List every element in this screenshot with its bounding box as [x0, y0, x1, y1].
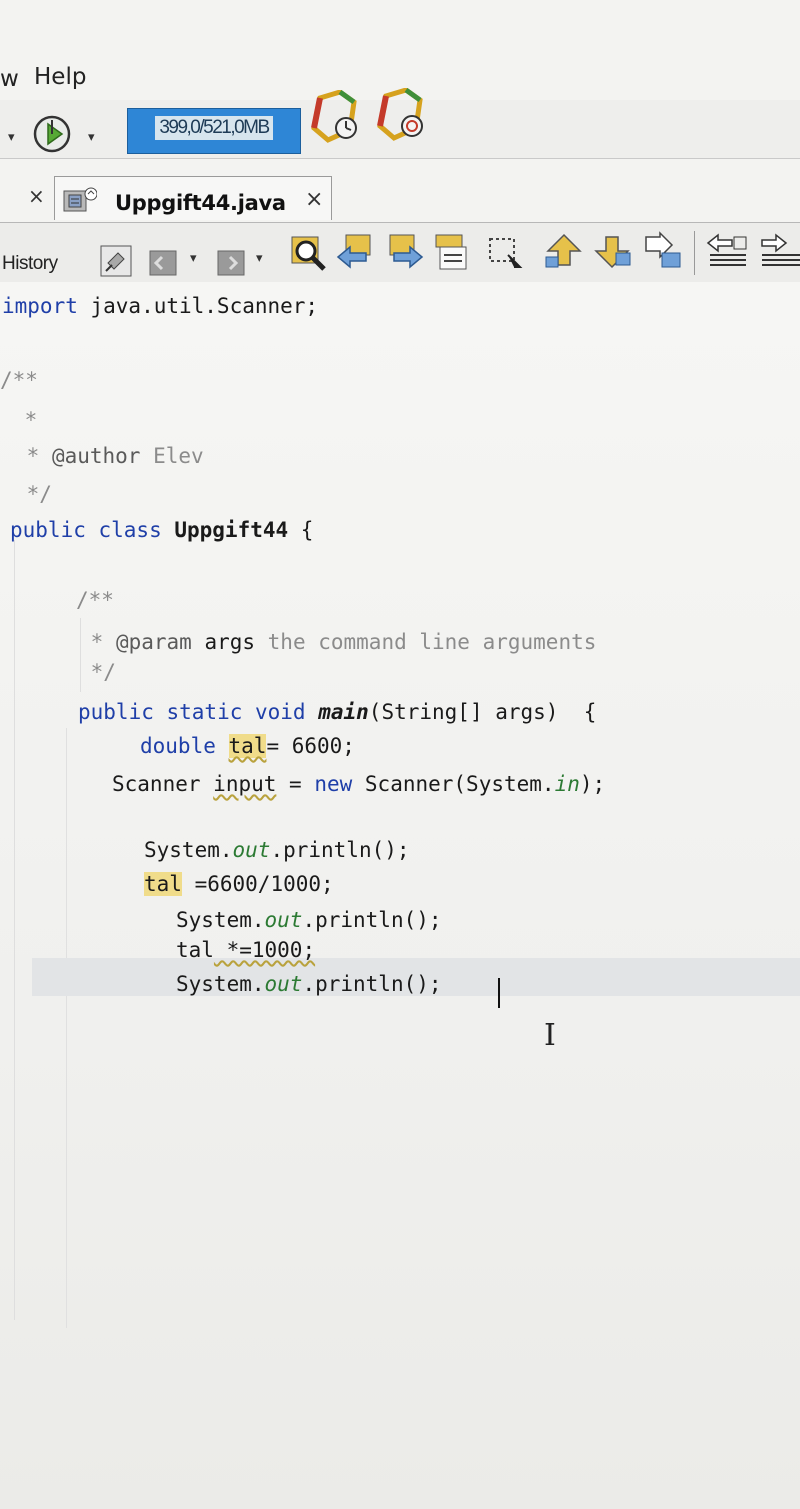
find-previous-icon[interactable]: [336, 233, 376, 273]
back-icon[interactable]: [148, 247, 182, 279]
gc-icon[interactable]: [310, 90, 360, 144]
code-line-2: /**: [0, 368, 38, 392]
indent-guide: [66, 728, 67, 1328]
forward-icon[interactable]: [214, 247, 248, 279]
indent-guide: [14, 540, 15, 1320]
last-edit-icon[interactable]: [98, 243, 134, 279]
code-line-15: System.out.println();: [176, 908, 442, 932]
code-line-8: * @param args the command line arguments: [78, 630, 597, 654]
shift-line-up-icon[interactable]: [544, 231, 584, 271]
chevron-down-icon[interactable]: ▾: [190, 251, 197, 266]
memory-usage-bar[interactable]: 399,0/521,0MB: [127, 108, 301, 154]
chevron-down-icon[interactable]: ▾: [88, 130, 95, 145]
editor-toolbar: History ▾ ▾: [0, 222, 800, 284]
ibeam-cursor-icon: I: [544, 1018, 556, 1053]
code-line-6: public class Uppgift44 {: [10, 518, 314, 542]
menu-item-partial[interactable]: w: [0, 66, 19, 92]
close-icon[interactable]: ×: [305, 187, 323, 212]
text-caret: [498, 978, 500, 1008]
selection-icon[interactable]: [484, 233, 524, 273]
menu-item-help[interactable]: Help: [34, 64, 86, 90]
tab-label: Uppgift44.java: [115, 191, 286, 215]
clock-run-icon[interactable]: [32, 114, 72, 154]
code-line-4: * @author Elev: [14, 444, 204, 468]
toggle-highlight-icon[interactable]: [432, 233, 472, 273]
close-icon[interactable]: ×: [28, 184, 45, 208]
toolbar-divider: [694, 231, 695, 275]
code-line-13: System.out.println();: [144, 838, 410, 862]
shift-line-down-icon[interactable]: [592, 231, 632, 271]
code-line-11: double tal= 6600;: [140, 734, 355, 758]
history-tab[interactable]: History: [2, 253, 58, 275]
code-line-3: *: [12, 408, 38, 432]
memory-usage-label: 399,0/521,0MB: [155, 116, 273, 140]
tab-uppgift44-java[interactable]: Uppgift44.java ×: [54, 176, 332, 220]
code-line-5: */: [14, 482, 52, 506]
find-next-icon[interactable]: [384, 233, 424, 273]
code-line-9: */: [78, 660, 116, 684]
code-line-1: import java.util.Scanner;: [2, 294, 319, 318]
uncomment-icon[interactable]: [758, 233, 800, 269]
code-line-14: tal =6600/1000;: [144, 872, 334, 896]
gc-icon[interactable]: [376, 88, 426, 142]
code-line-17: System.out.println();: [176, 972, 442, 996]
macro-icon[interactable]: [640, 231, 684, 271]
chevron-down-icon[interactable]: ▾: [256, 251, 263, 266]
code-line-12: Scanner input = new Scanner(System.in);: [112, 772, 606, 796]
comment-icon[interactable]: [706, 233, 750, 269]
chevron-down-icon[interactable]: ▾: [8, 130, 15, 145]
java-file-icon: [63, 187, 97, 212]
code-line-7: /**: [76, 588, 114, 612]
search-icon[interactable]: [290, 235, 330, 275]
code-line-10: public static void main(String[] args) {: [78, 700, 597, 724]
code-line-16: tal *=1000;: [176, 938, 316, 962]
code-editor[interactable]: import java.util.Scanner; /** * * @autho…: [0, 282, 800, 1509]
editor-tab-row: × Uppgift44.java ×: [0, 172, 800, 220]
